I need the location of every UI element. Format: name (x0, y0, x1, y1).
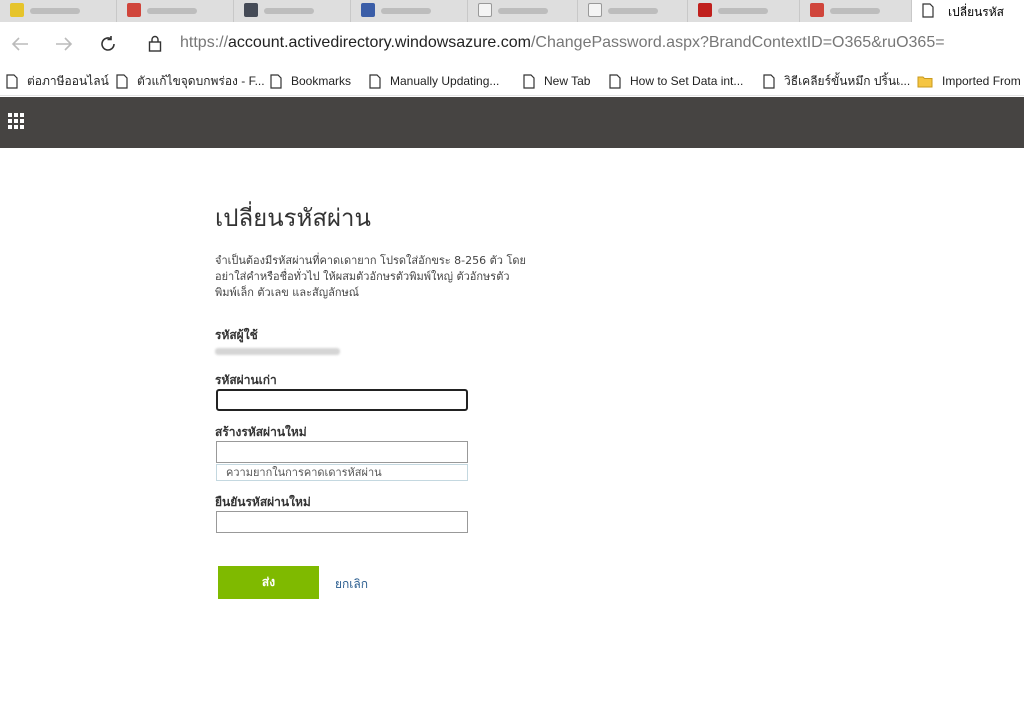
page-icon (763, 73, 775, 89)
browser-tab[interactable] (468, 0, 578, 22)
bookmark-item[interactable]: ต่อภาษีออนไลน์ (6, 71, 109, 91)
arrow-left-icon (11, 37, 28, 51)
lock-icon (148, 35, 162, 56)
address-bar[interactable]: https://account.activedirectory.windowsa… (136, 28, 1024, 60)
page-icon (270, 73, 282, 89)
user-id-label: รหัสผู้ใช้ (215, 328, 258, 342)
page-icon (369, 73, 381, 89)
tab-favicon (698, 3, 712, 17)
bookmark-item[interactable]: Imported From (917, 71, 1021, 91)
url-text: https://account.activedirectory.windowsa… (180, 34, 945, 52)
tab-favicon (810, 3, 824, 17)
bookmark-item[interactable]: Manually Updating... (369, 71, 499, 91)
user-id-value-blurred (215, 348, 340, 355)
back-button[interactable] (8, 32, 32, 56)
old-password-input[interactable] (216, 389, 468, 411)
new-password-input[interactable] (216, 441, 468, 463)
browser-tab[interactable] (0, 0, 117, 22)
tab-favicon (588, 3, 602, 17)
browser-tab[interactable] (117, 0, 234, 22)
password-strength-indicator: ความยากในการคาดเดารหัสผ่าน (216, 464, 468, 481)
tab-title-blurred (498, 8, 548, 14)
url-scheme: https:// (180, 34, 229, 51)
tab-title-blurred (264, 8, 314, 14)
cancel-link[interactable]: ยกเลิก (335, 575, 368, 594)
tab-favicon (361, 3, 375, 17)
submit-button[interactable]: ส่ง (218, 566, 319, 599)
url-path: /ChangePassword.aspx?BrandContextID=O365… (530, 34, 945, 51)
tab-title-blurred (147, 8, 197, 14)
bookmark-label: Manually Updating... (390, 74, 500, 88)
tab-title-blurred (381, 8, 431, 14)
page-icon (116, 73, 128, 89)
page-icon (523, 73, 535, 89)
browser-tab-active[interactable]: เปลี่ยนรหัส (912, 0, 1024, 22)
description-line: พิมพ์เล็ก ตัวเลข และสัญลักษณ์ (215, 286, 359, 299)
arrow-right-icon (56, 37, 73, 51)
bookmark-label: New Tab (544, 74, 591, 88)
bookmark-label: ตัวแก้ไขจุดบกพร่อง - F... (137, 73, 265, 88)
active-tab-title: เปลี่ยนรหัส (948, 5, 1004, 19)
forward-button[interactable] (52, 32, 76, 56)
description-line: อย่าใส่คำหรือชื่อทั่วไป ให้ผสมตัวอักษรตั… (215, 270, 510, 283)
folder-icon (917, 75, 933, 88)
refresh-button[interactable] (96, 32, 120, 56)
confirm-password-input[interactable] (216, 511, 468, 533)
bookmark-item[interactable]: Bookmarks (270, 71, 351, 91)
tab-favicon (10, 3, 24, 17)
app-launcher-icon[interactable] (8, 113, 24, 129)
bookmark-label: ต่อภาษีออนไลน์ (27, 73, 109, 88)
tab-title-blurred (718, 8, 768, 14)
tab-title-blurred (30, 8, 80, 14)
page-icon (922, 3, 934, 22)
page-icon (6, 73, 18, 89)
tab-favicon (478, 3, 492, 17)
refresh-icon (101, 36, 115, 51)
bookmark-item[interactable]: ตัวแก้ไขจุดบกพร่อง - F... (116, 71, 265, 91)
tab-favicon (127, 3, 141, 17)
bookmark-label: How to Set Data int... (630, 74, 744, 88)
browser-tab[interactable] (234, 0, 351, 22)
bookmark-label: Bookmarks (291, 74, 352, 88)
password-requirements: จำเป็นต้องมีรหัสผ่านที่คาดเดายาก โปรดใส่… (215, 253, 540, 301)
old-password-label: รหัสผ่านเก่า (215, 373, 277, 387)
new-password-label: สร้างรหัสผ่านใหม่ (215, 425, 307, 439)
description-line: จำเป็นต้องมีรหัสผ่านที่คาดเดายาก โปรดใส่… (215, 254, 526, 267)
browser-tab[interactable] (578, 0, 688, 22)
bookmark-label: Imported From (942, 74, 1021, 88)
bookmarks-bar: ต่อภาษีออนไลน์ ตัวแก้ไขจุดบกพร่อง - F...… (0, 66, 1024, 96)
tab-title-blurred (608, 8, 658, 14)
browser-toolbar: https://account.activedirectory.windowsa… (0, 22, 1024, 66)
browser-tab[interactable] (351, 0, 468, 22)
page-title: เปลี่ยนรหัสผ่าน (215, 204, 371, 232)
browser-tab-strip: เปลี่ยนรหัส (0, 0, 1024, 22)
tab-favicon (244, 3, 258, 17)
url-host: account.activedirectory.windowsazure.com (228, 34, 531, 51)
bookmark-item[interactable]: New Tab (523, 71, 590, 91)
office-app-header (0, 97, 1024, 148)
page-icon (609, 73, 621, 89)
bookmark-label: วิธีเคลียร์ขั้นหมึก ปริ้นเ... (784, 73, 911, 88)
confirm-password-label: ยืนยันรหัสผ่านใหม่ (215, 495, 311, 509)
bookmark-item[interactable]: วิธีเคลียร์ขั้นหมึก ปริ้นเ... (763, 71, 910, 91)
bookmark-item[interactable]: How to Set Data int... (609, 71, 743, 91)
browser-tab[interactable] (688, 0, 800, 22)
tab-title-blurred (830, 8, 880, 14)
browser-tab[interactable] (800, 0, 912, 22)
